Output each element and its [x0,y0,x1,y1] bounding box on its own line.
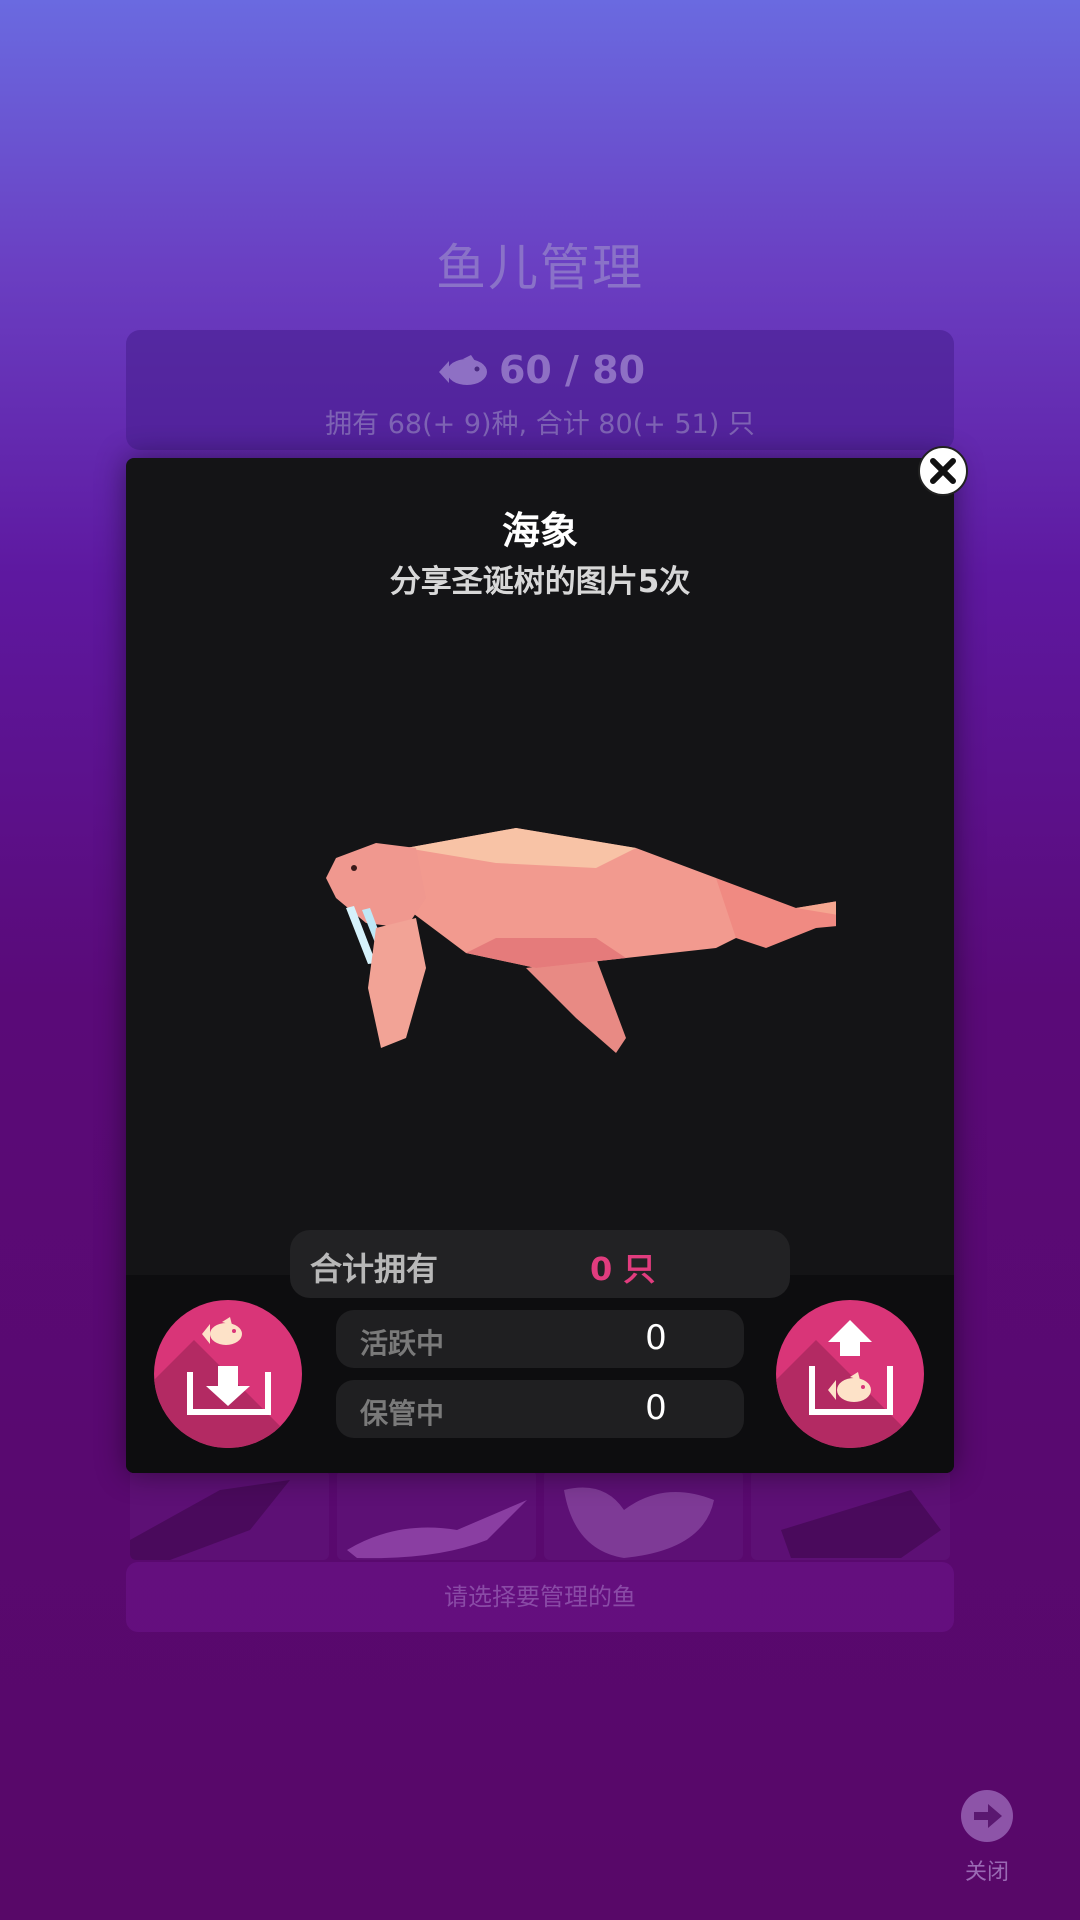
total-owned-label: 合计拥有 [310,1250,439,1288]
fish-release-icon [809,1320,893,1415]
modal-close-button[interactable] [918,446,968,496]
walrus-model-image [296,788,886,1088]
fish-icon [435,354,489,398]
stored-label: 保管中 [360,1397,445,1430]
fish-thumbnail[interactable] [751,1470,950,1560]
select-fish-hint: 请选择要管理的鱼 [126,1562,954,1632]
background-close-button[interactable]: 关闭 [955,1790,1019,1886]
total-owned-row: 合计拥有 0 只 [290,1230,790,1298]
active-count-row: 活跃中 0 [336,1310,744,1368]
fish-thumbnail[interactable] [130,1470,329,1560]
active-value: 0 [645,1318,667,1358]
stored-value: 0 [645,1388,667,1428]
fish-store-icon [187,1317,271,1415]
active-label: 活跃中 [360,1327,445,1360]
fish-name: 海象 [501,509,578,553]
fish-thumbnail[interactable] [544,1470,743,1560]
ownership-summary: 拥有 68(+ 9)种, 合计 80(+ 51) 只 [325,409,755,440]
capacity-value: 60 / 80 [498,348,646,392]
stored-count-row: 保管中 0 [336,1380,744,1438]
page-title: 鱼儿管理 [436,239,644,297]
fish-stats-panel: 60 / 80 拥有 68(+ 9)种, 合计 80(+ 51) 只 [126,330,954,450]
close-icon [930,458,956,484]
release-fish-button[interactable] [776,1300,924,1448]
store-fish-button[interactable] [154,1300,302,1448]
capacity-row: 60 / 80 [126,348,954,398]
total-owned-value: 0 只 [590,1250,656,1288]
unlock-condition: 分享圣诞树的图片5次 [389,564,691,600]
fish-detail-modal: 海象 分享圣诞树的图片5次 合计拥有 0 只 活跃中 0 保管中 0 [126,458,954,1473]
fish-thumbnail[interactable] [337,1470,536,1560]
arrow-right-icon [961,1790,1013,1842]
close-label: 关闭 [964,1860,1009,1885]
fish-thumbnail-grid [130,1470,950,1560]
